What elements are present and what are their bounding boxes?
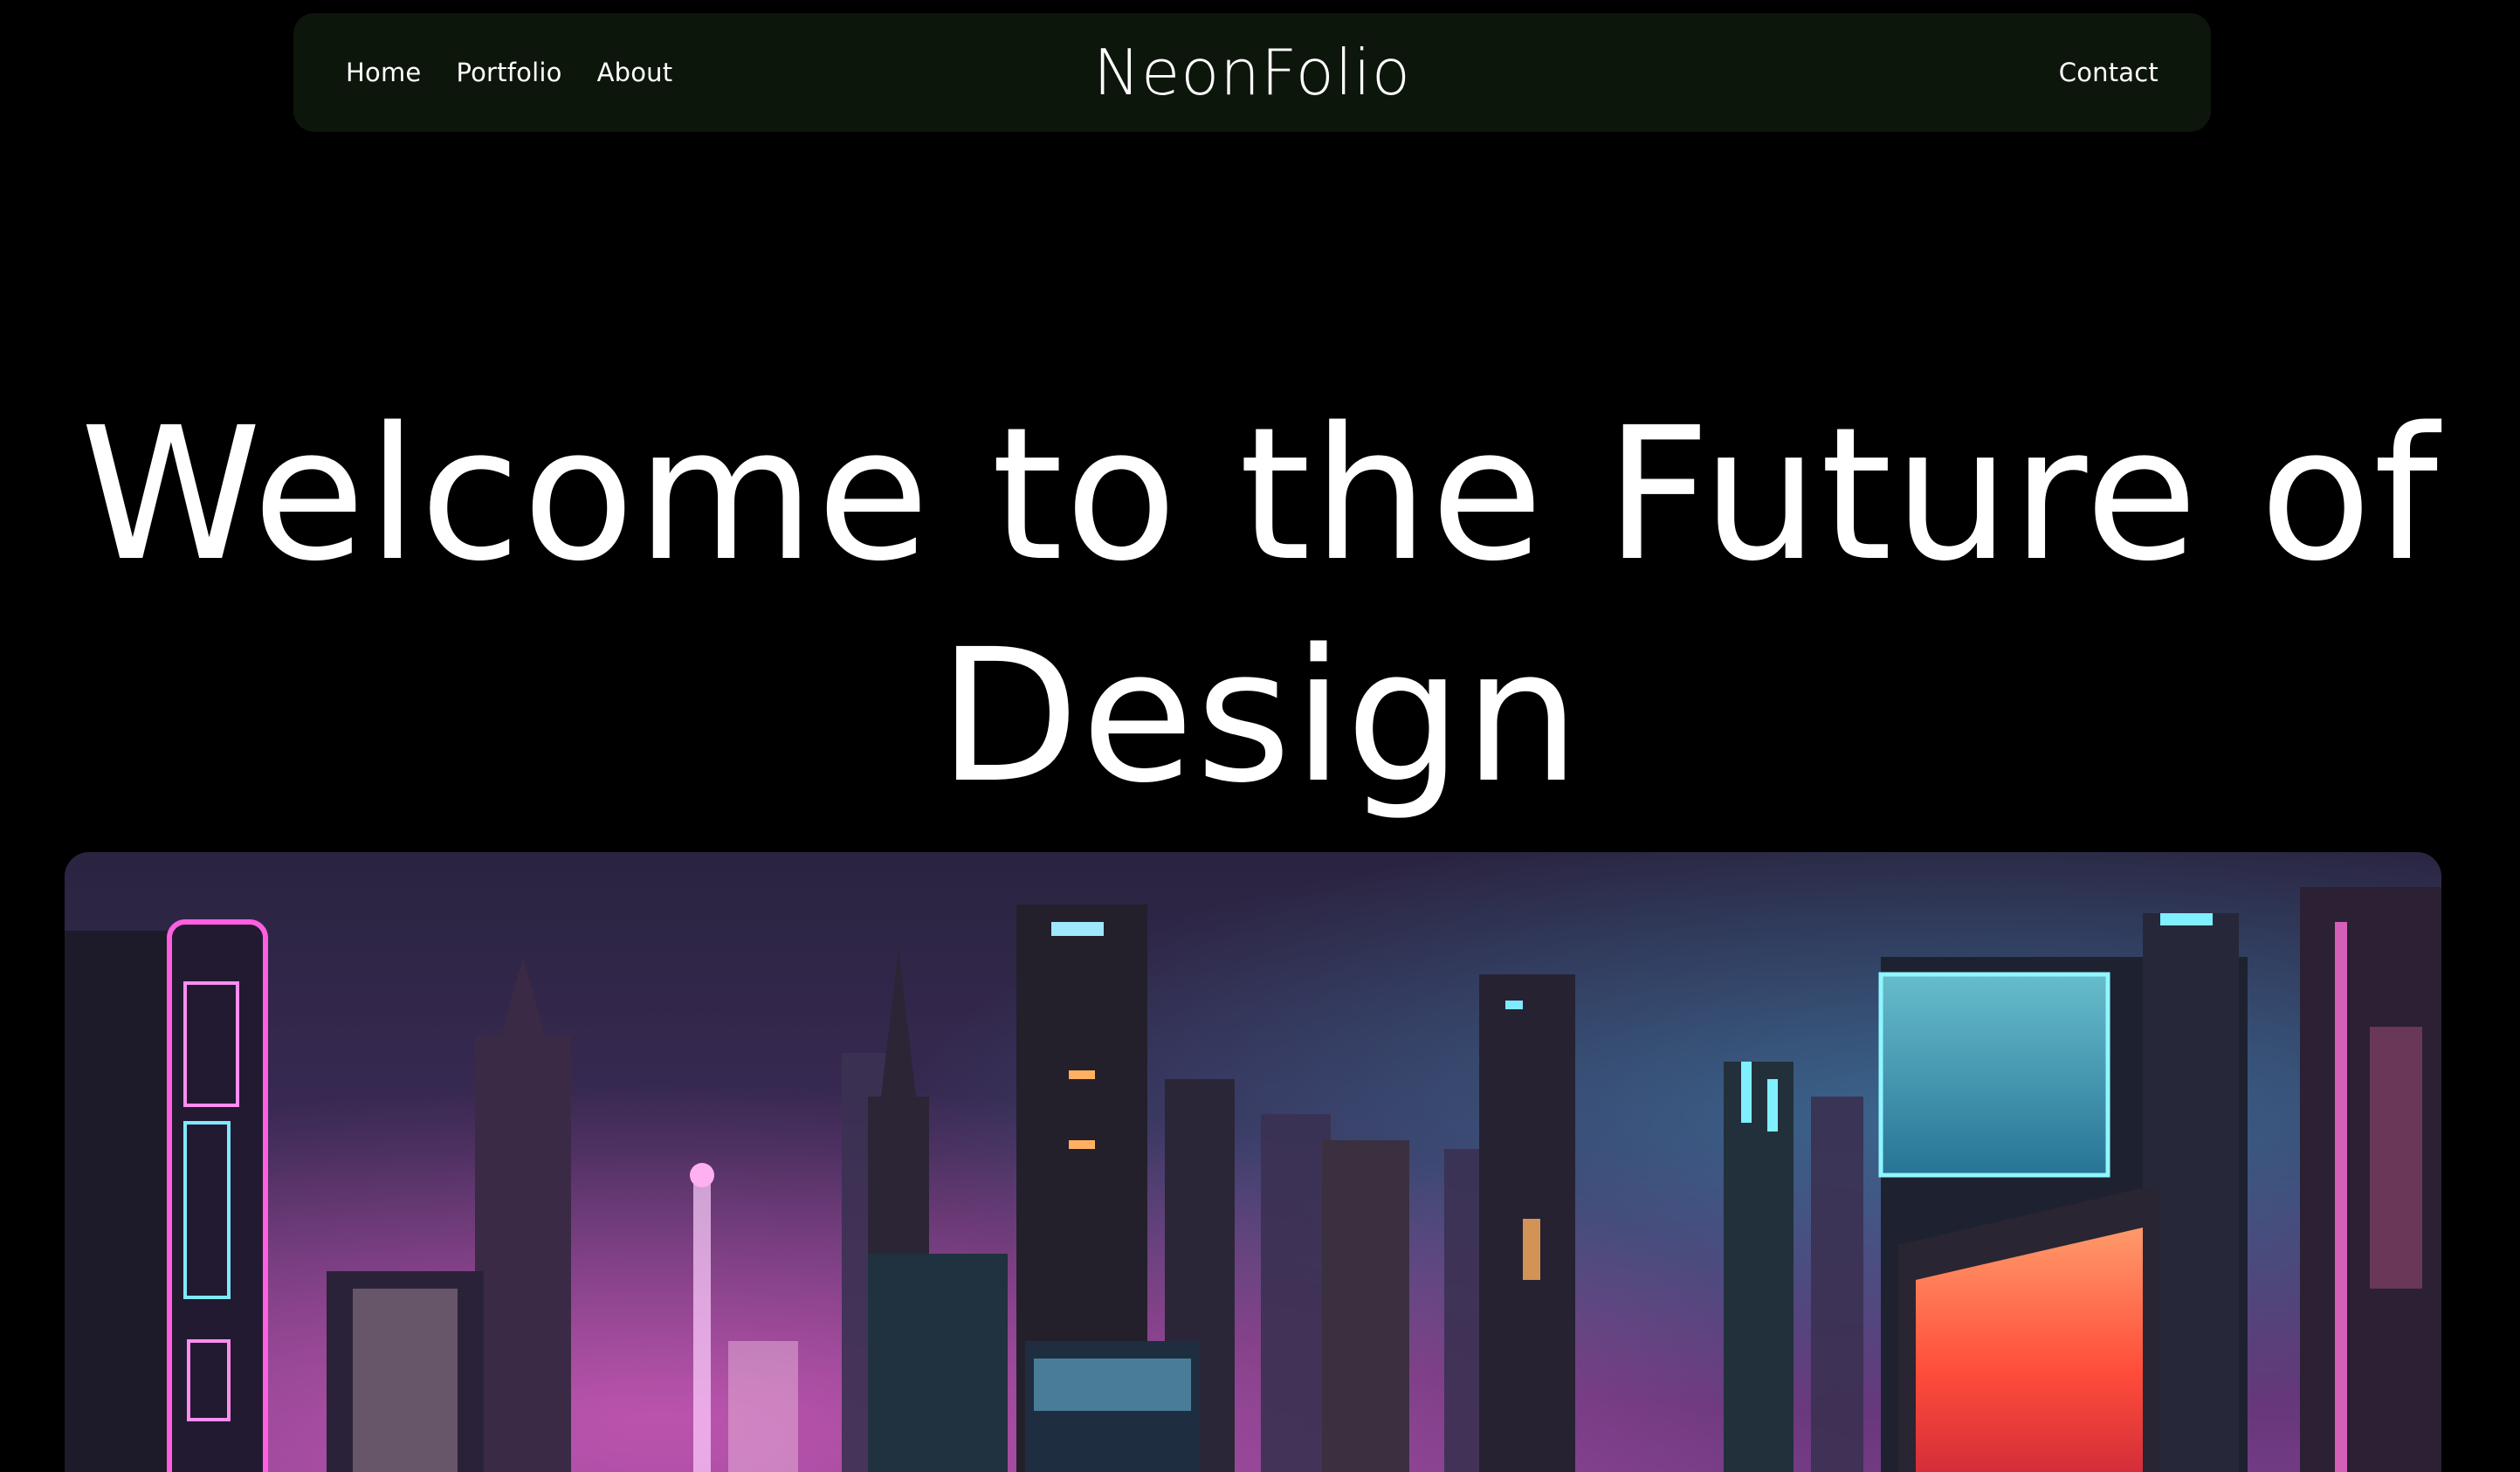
neon-city-illustration: [65, 852, 2441, 1472]
nav-link-about[interactable]: About: [597, 58, 673, 87]
hero-title: Welcome to the Future of Design: [79, 388, 2441, 823]
top-navbar: Home Portfolio About NeonFolio Contact: [293, 13, 2211, 132]
nav-links-left: Home Portfolio About: [346, 58, 672, 87]
nav-link-portfolio[interactable]: Portfolio: [456, 58, 561, 87]
hero-image: [65, 852, 2441, 1472]
page: Home Portfolio About NeonFolio Contact W…: [0, 0, 2520, 1472]
nav-link-home[interactable]: Home: [346, 58, 421, 87]
nav-link-contact[interactable]: Contact: [2059, 58, 2159, 87]
nav-links-right: Contact: [2059, 58, 2159, 87]
brand-logo[interactable]: NeonFolio: [1093, 36, 1411, 109]
